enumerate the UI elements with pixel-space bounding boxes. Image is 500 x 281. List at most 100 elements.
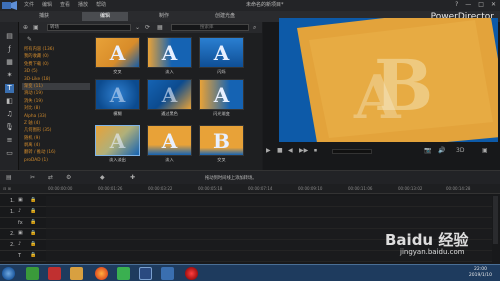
ruler-tick: 00:00:13:02 (398, 186, 423, 191)
menu-help[interactable]: 帮助 (96, 1, 106, 8)
category-dropdown[interactable]: 转场 (47, 24, 131, 31)
category-item[interactable]: 所有内容 (136) (22, 46, 90, 53)
track-header[interactable]: 2. ▣ 🔒 (0, 229, 46, 240)
transition-thumbnail-selected[interactable]: A (95, 125, 140, 156)
folder-icon[interactable]: ▣ (33, 24, 39, 31)
lock-icon[interactable]: 🔒 (30, 219, 36, 225)
menu-file[interactable]: 文件 (24, 1, 34, 8)
transition-thumbnail[interactable]: A (199, 79, 244, 110)
prev-frame-icon[interactable]: ◀ (288, 147, 293, 154)
system-clock[interactable]: 22:00 2019/1/10 (469, 267, 492, 279)
import-icon[interactable]: ⊕ (23, 24, 28, 31)
snapshot-icon[interactable]: 📷 (424, 147, 431, 154)
category-item-selected[interactable]: 渐变 (11) (22, 82, 90, 91)
menu-view[interactable]: 查看 (60, 1, 70, 8)
track-lane[interactable] (46, 207, 492, 218)
tab-capture[interactable]: 捕获 (24, 12, 64, 21)
tab-create-disc[interactable]: 创建光盘 (200, 12, 250, 21)
track-header[interactable]: fx 🔒 (0, 218, 46, 229)
transition-thumbnail[interactable]: A (95, 79, 140, 110)
lock-icon[interactable]: 🔒 (30, 241, 36, 247)
audio-mixing-icon[interactable]: ♫ (5, 110, 14, 119)
3d-toggle-button[interactable]: 3D (456, 147, 464, 154)
keyframe-icon[interactable]: ◆ (100, 174, 105, 181)
voiceover-icon[interactable]: 🎙 (5, 123, 14, 132)
transition-thumbnail[interactable]: A (147, 37, 192, 68)
lock-icon[interactable]: 🔒 (30, 252, 36, 258)
taskbar-app-icon[interactable] (48, 267, 61, 280)
track-header[interactable]: 2. ♪ 🔒 (0, 240, 46, 251)
search-icon[interactable]: ⌕ (253, 24, 256, 32)
subtitle-room-icon[interactable]: ▭ (5, 149, 14, 158)
track-manager-icon[interactable]: ▤ (6, 174, 12, 181)
track-lane[interactable] (46, 196, 492, 207)
track-header[interactable]: 1. ♪ 🔒 (0, 207, 46, 218)
grid-view-icon[interactable]: ▦ (157, 24, 163, 31)
play-icon[interactable]: ▶ (266, 147, 271, 154)
menu-edit[interactable]: 编辑 (42, 1, 52, 8)
category-item[interactable]: 消失 (19) (22, 98, 90, 105)
split-icon[interactable]: ✂ (30, 174, 35, 181)
category-item[interactable]: 免费下载 (0) (22, 61, 90, 68)
undock-icon[interactable]: ▣ (482, 147, 488, 154)
taskbar-app-icon[interactable] (117, 267, 130, 280)
next-frame-icon[interactable]: ▶▶ (299, 147, 308, 154)
trim-icon[interactable]: ⇄ (48, 174, 53, 181)
transition-thumbnail[interactable]: A (147, 125, 192, 156)
tab-produce[interactable]: 制作 (144, 12, 184, 21)
tab-edit[interactable]: 编辑 (82, 12, 128, 21)
category-item[interactable]: 几何图形 (35) (22, 127, 90, 134)
taskbar-app-icon[interactable] (161, 267, 174, 280)
category-item[interactable]: 翻转 / 推动 (16) (22, 149, 90, 156)
record-icon[interactable] (185, 267, 198, 280)
category-item[interactable]: 3D (5) (22, 68, 90, 75)
lock-icon[interactable]: 🔒 (30, 197, 36, 203)
track-header[interactable]: T 🔒 (0, 251, 46, 262)
chapter-room-icon[interactable]: ≡ (5, 136, 14, 145)
track-header[interactable]: 1. ▣ 🔒 (0, 196, 46, 207)
category-item[interactable]: Z 轴 (4) (22, 120, 90, 127)
tools-icon[interactable]: ✚ (130, 174, 135, 181)
category-item[interactable]: 随机 (9) (22, 135, 90, 142)
transition-thumbnail[interactable]: A (95, 37, 140, 68)
refresh-icon[interactable]: ⟳ (145, 24, 150, 31)
category-item[interactable]: 滑动 (19) (22, 90, 90, 97)
timeline-scrollbar[interactable] (493, 196, 498, 244)
firefox-icon[interactable] (95, 267, 108, 280)
media-room-icon[interactable]: ▤ (5, 32, 14, 41)
timeline-ruler[interactable]: ⊟ ⊞ 00:00:00:00 00:00:01:26 00:00:03:22 … (0, 184, 500, 194)
transition-thumbnail[interactable]: A (147, 79, 192, 110)
category-item[interactable]: 剥离 (4) (22, 142, 90, 149)
fix-enhance-icon[interactable]: ⚙ (66, 174, 71, 181)
track-lane[interactable] (46, 218, 492, 229)
stop-icon[interactable]: ■ (277, 147, 283, 154)
pip-room-icon[interactable]: ▦ (5, 58, 14, 67)
help-icon[interactable]: ? (455, 1, 458, 8)
category-item[interactable]: Alpha (33) (22, 113, 90, 120)
start-button[interactable] (2, 267, 15, 280)
transition-thumbnail[interactable]: B (199, 125, 244, 156)
particle-room-icon[interactable]: ✶ (5, 71, 14, 80)
transition-room-icon[interactable]: ◧ (5, 97, 14, 106)
chevron-down-icon[interactable]: ⌄ (135, 24, 140, 31)
transition-thumbnail[interactable]: A (199, 37, 244, 68)
category-item[interactable]: proDAD (1) (22, 157, 90, 164)
lock-icon[interactable]: 🔒 (30, 230, 36, 236)
powerdirector-taskbar-icon[interactable] (139, 267, 152, 280)
close-icon[interactable]: ✕ (491, 1, 496, 8)
folder-icon[interactable] (70, 267, 83, 280)
lock-icon[interactable]: 🔒 (30, 208, 36, 214)
record-icon[interactable]: ⏹ (314, 147, 317, 155)
category-item[interactable]: 对比 (8) (22, 105, 90, 112)
fx-room-icon[interactable]: ƒ (5, 45, 14, 54)
volume-icon[interactable]: 🔊 (438, 147, 445, 154)
brush-icon[interactable]: ✎ (27, 36, 32, 43)
title-room-icon[interactable]: T (5, 84, 14, 93)
search-input[interactable]: 搜索库 (171, 24, 249, 31)
minimize-icon[interactable]: — (465, 1, 471, 8)
category-item[interactable]: 我的收藏 (0) (22, 53, 90, 60)
category-item[interactable]: 3D-Like (18) (22, 76, 90, 83)
menu-play[interactable]: 播放 (78, 1, 88, 8)
maximize-icon[interactable]: □ (478, 1, 484, 8)
taskbar-app-icon[interactable] (26, 267, 39, 280)
